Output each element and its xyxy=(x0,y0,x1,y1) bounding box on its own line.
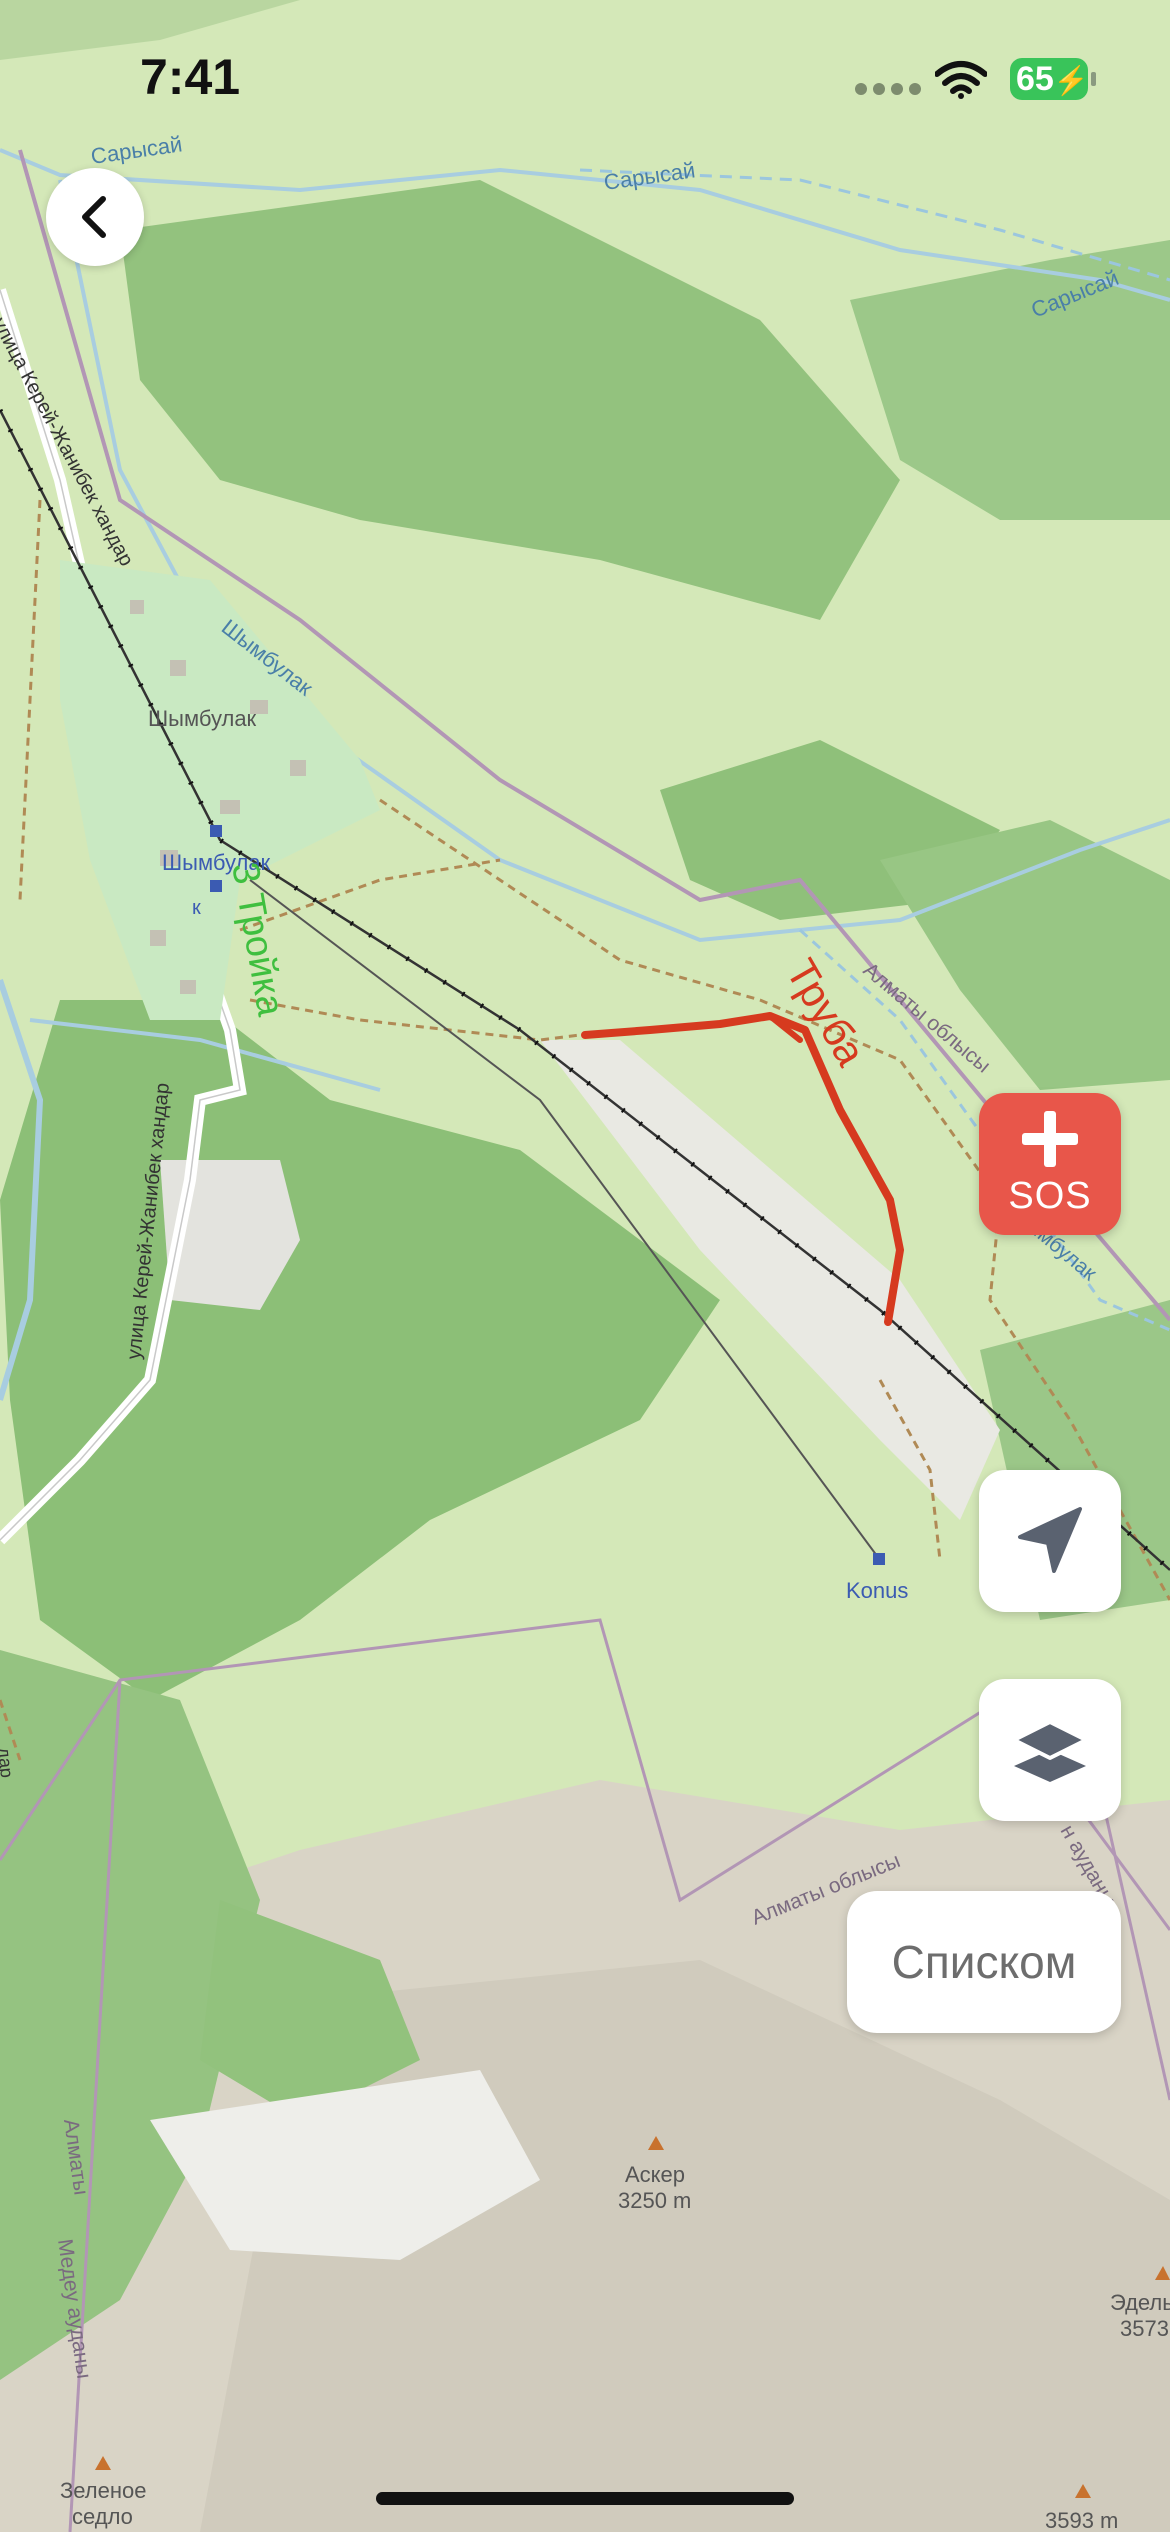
sos-button[interactable]: SOS xyxy=(979,1093,1121,1235)
place-label-zelenoe: седло xyxy=(72,2504,133,2529)
peak-label-asker: Аскер xyxy=(625,2162,685,2187)
locate-me-button[interactable] xyxy=(979,1470,1121,1612)
map-canvas[interactable]: Сарысай Сарысай Сарысай улица Керей-Жани… xyxy=(0,0,1170,2532)
battery-level: 65 xyxy=(1016,60,1054,98)
map-label: к xyxy=(192,897,201,919)
home-indicator[interactable] xyxy=(376,2492,794,2505)
map-label: дар xyxy=(0,1746,17,1778)
charging-bolt-icon: ⚡ xyxy=(1053,65,1089,96)
list-view-button[interactable]: Списком xyxy=(847,1891,1121,2033)
location-arrow-icon xyxy=(1018,1507,1082,1573)
plus-icon xyxy=(1022,1111,1078,1167)
wifi-icon xyxy=(935,61,987,99)
battery-indicator: 65⚡ xyxy=(1010,58,1096,100)
status-time: 7:41 xyxy=(140,49,241,105)
status-bar: 7:41 65⚡ xyxy=(0,0,1170,150)
chevron-left-icon xyxy=(82,196,106,238)
peak-elevation-edelweiss: 3573 xyxy=(1120,2316,1169,2341)
lift-station-label-konus: Konus xyxy=(846,1578,908,1603)
peak-elevation: 3593 m xyxy=(1045,2508,1118,2532)
peak-label-edelweiss: Эдель xyxy=(1110,2290,1170,2315)
place-label-zelenoe: Зеленое xyxy=(60,2478,147,2503)
sos-label: SOS xyxy=(1008,1175,1092,1217)
signal-icon xyxy=(855,82,927,100)
peak-elevation-asker: 3250 m xyxy=(618,2188,691,2213)
back-button[interactable] xyxy=(46,168,144,266)
place-label-shymbulak: Шымбулак xyxy=(148,706,257,731)
map-layers-button[interactable] xyxy=(979,1679,1121,1821)
layers-icon xyxy=(1012,1720,1088,1782)
